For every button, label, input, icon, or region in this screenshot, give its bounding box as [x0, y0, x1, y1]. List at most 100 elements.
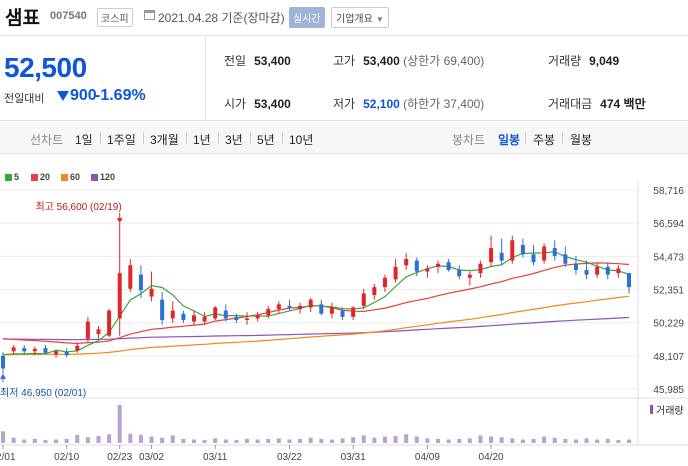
candle-body — [520, 244, 525, 255]
divider — [218, 132, 219, 144]
y-tick-label: 56,594 — [653, 219, 684, 230]
min-arrow-icon — [0, 373, 6, 379]
volume-bar — [425, 438, 430, 443]
volume-bar — [160, 437, 165, 443]
stat-volume: 거래량 9,049 — [548, 52, 619, 69]
candle-body — [552, 248, 557, 256]
volume-bar — [170, 435, 175, 443]
candle-body — [138, 274, 143, 291]
volume-bar — [467, 438, 472, 443]
period-1y[interactable]: 1년 — [193, 131, 211, 148]
candle-body — [319, 304, 324, 314]
period-10y[interactable]: 10년 — [289, 131, 313, 148]
volume-bar — [266, 438, 271, 443]
price-chart[interactable]: 58,716 56,594 54,473 52,351 50,229 48,107 45,9… — [0, 155, 688, 466]
volume-bar — [382, 436, 387, 443]
candle-body — [266, 309, 271, 316]
candle-monthly[interactable]: 월봉 — [570, 131, 592, 148]
volume-bar — [75, 434, 80, 443]
volume-bar — [457, 438, 462, 443]
candle-body — [510, 240, 515, 261]
volume-bar — [446, 439, 451, 443]
ma60-line — [2, 295, 630, 356]
candle-body — [276, 304, 281, 310]
x-tick-label: 02/10 — [54, 452, 79, 463]
y-tick-label: 58,716 — [653, 186, 684, 197]
volume-bar — [520, 439, 525, 443]
candle-body — [414, 260, 419, 272]
volume-bar — [510, 438, 515, 443]
price-summary: 52,500 전일대비 900 -1.69% 전일 53,400 고가 53,400… — [0, 35, 688, 121]
period-1w[interactable]: 1주일 — [107, 131, 136, 148]
volume-bar — [245, 438, 250, 443]
stat-label: 저가 — [333, 97, 356, 111]
volume-bar — [32, 438, 37, 443]
stat-label: 거래대금 — [548, 97, 593, 111]
volume-bar — [436, 438, 441, 443]
candle-body — [75, 345, 80, 351]
candle-body — [425, 268, 430, 272]
candle-body — [117, 273, 122, 319]
realtime-button[interactable]: 실시간 — [289, 7, 325, 28]
divider — [100, 132, 101, 144]
volume-bar — [478, 435, 483, 443]
volume-bar — [43, 440, 48, 443]
current-price: 52,500 — [4, 52, 87, 83]
candle-body — [298, 305, 303, 310]
candle-body — [54, 351, 59, 355]
volume-bar — [54, 439, 59, 443]
candle-body — [22, 348, 27, 352]
candle-body — [329, 307, 334, 314]
company-info-button[interactable]: 기업개요 ▼ — [331, 7, 389, 28]
volume-bar — [149, 436, 154, 443]
volume-bar — [234, 440, 239, 443]
volume-bar — [64, 438, 69, 443]
stat-trade-value: 거래대금 474 백만 — [548, 95, 646, 112]
volume-bar — [616, 440, 621, 443]
stat-value: 52,100 — [363, 97, 400, 111]
candle-body — [351, 307, 356, 317]
volume-bar — [191, 439, 196, 443]
period-5y[interactable]: 5년 — [257, 131, 275, 148]
volume-bar — [107, 434, 112, 443]
stat-label: 시가 — [224, 97, 247, 111]
x-tick-label: 03/11 — [203, 452, 228, 463]
market-badge: 코스피 — [97, 8, 133, 27]
candle-daily[interactable]: 일봉 — [498, 131, 520, 148]
divider — [143, 132, 144, 144]
stat-value: 53,400 — [254, 54, 291, 68]
volume-bar — [393, 435, 398, 443]
candle-weekly[interactable]: 주봉 — [533, 131, 555, 148]
change-amount: 900 — [70, 87, 97, 104]
volume-bar — [584, 438, 589, 443]
candle-body — [340, 310, 345, 317]
candle-body — [499, 252, 504, 261]
calendar-icon — [144, 10, 155, 20]
volume-bar — [531, 438, 536, 443]
max-arrow-icon — [116, 218, 123, 224]
period-3m[interactable]: 3개월 — [150, 131, 179, 148]
candle-body — [43, 348, 48, 353]
volume-bar — [85, 437, 90, 443]
stat-value: 474 — [600, 97, 621, 111]
chevron-down-icon: ▼ — [375, 15, 384, 24]
stat-prev-close: 전일 53,400 — [224, 52, 291, 69]
volume-legend-swatch — [650, 405, 653, 414]
volume-bar — [298, 438, 303, 443]
volume-bar — [552, 437, 557, 443]
stat-label: 전일 — [224, 54, 247, 68]
candle-body — [308, 299, 313, 308]
date-text: 2021.04.28 기준(장마감) — [158, 11, 285, 25]
company-info-label: 기업개요 — [336, 14, 373, 25]
x-tick-label: 04/09 — [415, 452, 440, 463]
volume-bar — [287, 439, 292, 443]
volume-bar — [563, 438, 568, 443]
volume-bar — [351, 437, 356, 443]
period-1d[interactable]: 1일 — [75, 131, 93, 148]
upper-limit: (상한가 69,400) — [403, 54, 485, 68]
period-3y[interactable]: 3년 — [225, 131, 243, 148]
volume-bar — [329, 439, 334, 443]
candle-body — [436, 263, 441, 267]
candle-body — [202, 316, 207, 322]
candle-body — [605, 266, 610, 275]
